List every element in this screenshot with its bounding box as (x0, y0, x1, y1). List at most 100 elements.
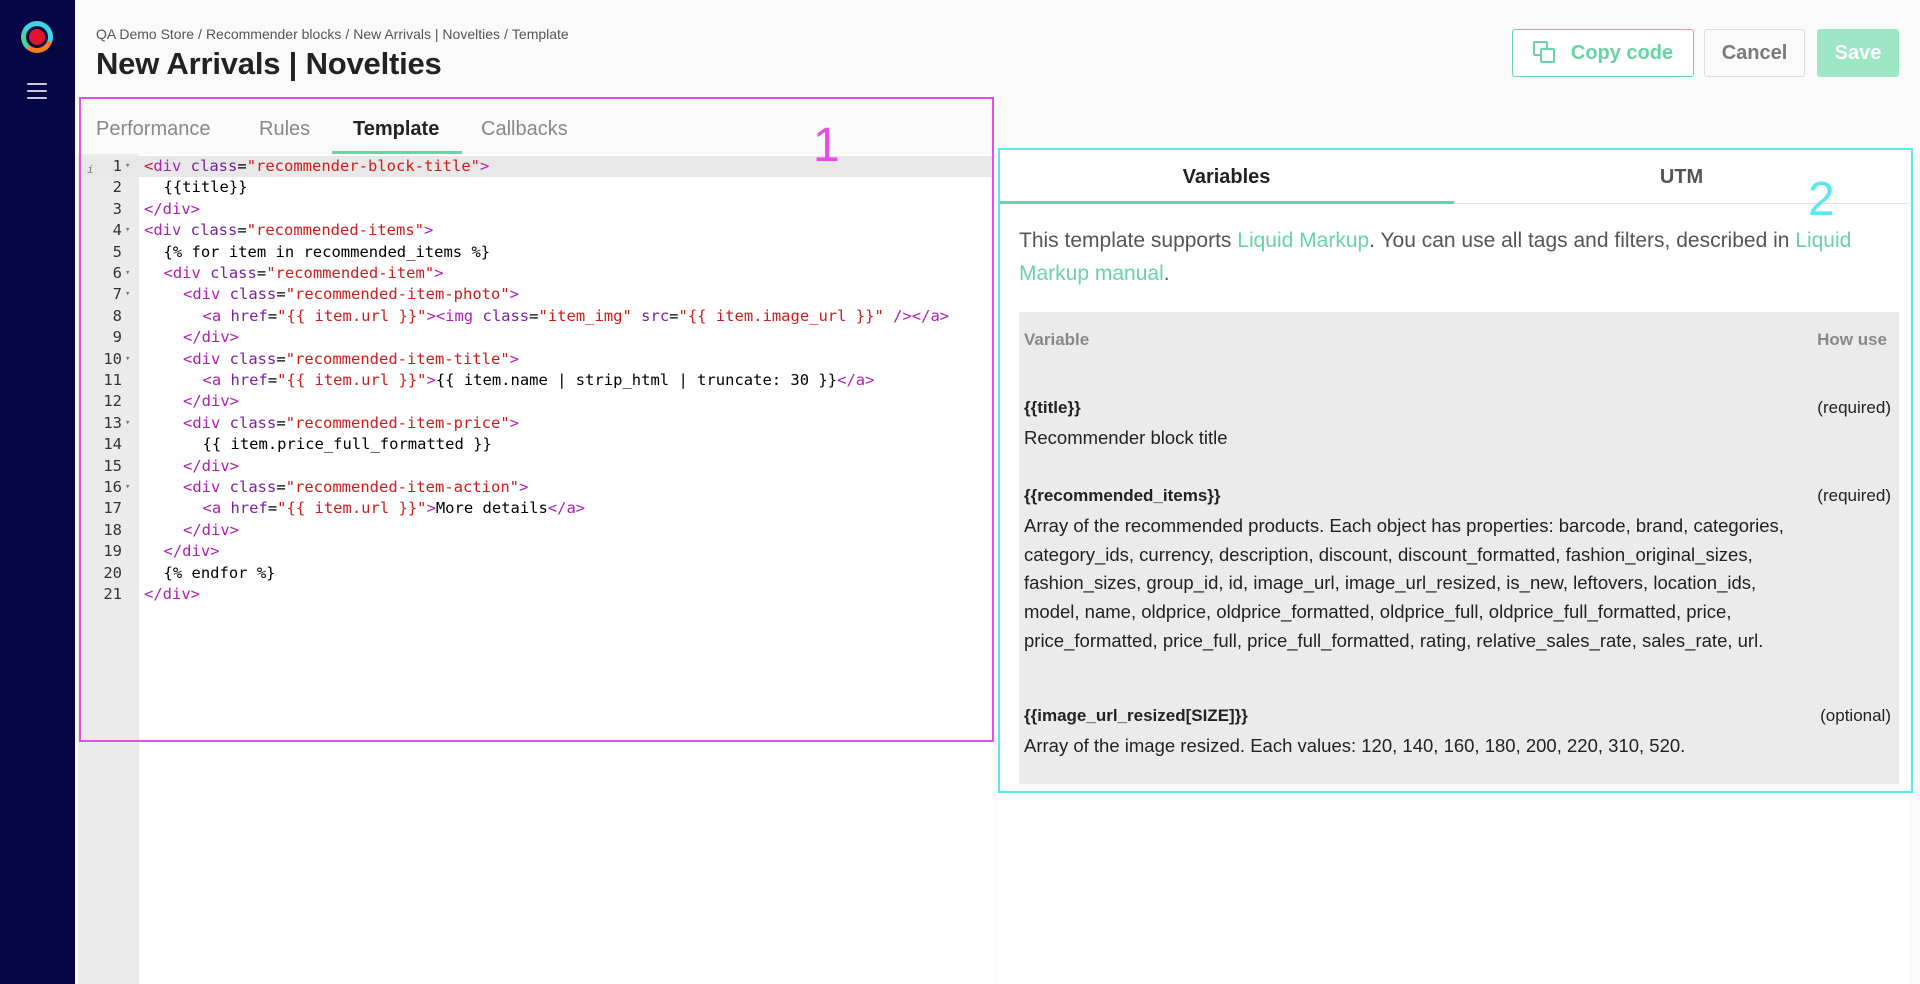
code-line[interactable]: 5 {% for item in recommended_items %} (78, 242, 993, 263)
code-text: {% for item in recommended_items %} (163, 242, 491, 261)
annotation-label-2: 2 (1808, 173, 1835, 226)
code-line[interactable]: 3 </div> (78, 199, 993, 220)
line-number: 14 (103, 435, 122, 454)
code-text: </div> (183, 456, 239, 475)
line-number: 10 (103, 349, 122, 368)
fold-arrow-icon[interactable]: ▾ (125, 413, 130, 434)
code-line[interactable]: 7 ▾ <div class="recommended-item-photo"> (78, 284, 993, 305)
breadcrumb-item-block[interactable]: New Arrivals | Novelties (353, 26, 500, 42)
code-text: </div> (144, 199, 200, 218)
code-line[interactable]: 16 ▾ <div class="recommended-item-action"> (78, 477, 993, 498)
copy-icon (1532, 41, 1557, 65)
tab-utm[interactable]: UTM (1454, 150, 1909, 204)
template-panel: Performance Rules Template Callbacks i 1 ▾… (78, 98, 993, 984)
annotation-label-1: 1 (813, 119, 840, 172)
line-number: 21 (103, 585, 122, 603)
liquid-intro: This template supports Liquid Markup. Yo… (1019, 224, 1899, 290)
line-number: 20 (103, 563, 122, 582)
code-line[interactable]: 9 </div> (78, 327, 993, 348)
code-editor[interactable]: i 1 ▾ <div class="recommender-block-title">… (78, 154, 993, 984)
copy-code-button[interactable]: Copy code (1512, 29, 1694, 77)
code-text: </div> (144, 585, 200, 603)
code-line[interactable]: 21 </div> (78, 584, 993, 605)
fold-arrow-icon[interactable]: ▾ (125, 156, 130, 177)
variable-description: Array of the image resized. Each values:… (1024, 735, 1686, 756)
code-text: {% endfor %} (163, 563, 276, 582)
menu-icon[interactable] (27, 83, 47, 99)
code-text: <div class="recommended-item-action"> (183, 478, 529, 496)
line-number: 19 (103, 542, 122, 561)
code-line[interactable]: 2 {{title}} (78, 177, 993, 198)
code-text: </div> (183, 328, 239, 347)
breadcrumb-item-recommender-blocks[interactable]: Recommender blocks (206, 26, 341, 42)
line-number: 1 (112, 157, 122, 175)
app-logo[interactable] (21, 21, 53, 53)
line-number: 7 (112, 285, 122, 304)
main-area: QA Demo Store / Recommender blocks / New Arr… (75, 0, 1920, 984)
help-panel: Variables UTM This template supports Liq… (999, 150, 1909, 984)
header-how-use: How use (1817, 330, 1887, 349)
fold-arrow-icon[interactable]: ▾ (125, 477, 130, 498)
code-line[interactable]: 8 <a href="{{ item.url }}"><img class="it… (78, 306, 993, 327)
tab-callbacks[interactable]: Callbacks (481, 118, 568, 154)
intro-text-2: . You can use all tags and filters, desc… (1369, 229, 1796, 252)
tab-performance[interactable]: Performance (96, 118, 211, 154)
line-number: 12 (103, 392, 122, 411)
save-button[interactable]: Save (1817, 29, 1899, 77)
code-text: <div class="recommended-items"> (144, 221, 434, 240)
breadcrumb: QA Demo Store / Recommender blocks / New Arr… (96, 26, 573, 42)
code-text: <div class="recommended-item-price"> (183, 413, 519, 432)
tab-rules[interactable]: Rules (259, 118, 310, 154)
variable-description: Recommender block title (1024, 427, 1228, 448)
line-number: 11 (103, 371, 122, 389)
help-tab-bar: Variables UTM (999, 150, 1909, 204)
sidebar (0, 0, 75, 984)
tab-template[interactable]: Template (353, 118, 439, 154)
copy-code-label: Copy code (1570, 41, 1674, 64)
code-text: <div class="recommended-item-photo"> (183, 285, 519, 304)
liquid-markup-link[interactable]: Liquid Markup (1237, 229, 1369, 252)
code-line[interactable]: 15 </div> (78, 456, 993, 477)
intro-text: This template supports (1019, 229, 1238, 252)
line-number: 8 (112, 306, 122, 325)
variable-name: {{image_url_resized[SIZE]}} (1024, 706, 1248, 725)
breadcrumb-separator: / (198, 26, 202, 42)
breadcrumb-item-template: Template (511, 26, 569, 42)
fold-arrow-icon[interactable]: ▾ (125, 220, 130, 241)
fold-arrow-icon[interactable]: ▾ (125, 263, 130, 284)
variable-name: {{recommended_items}} (1024, 486, 1221, 505)
line-number: 3 (112, 199, 122, 218)
fold-arrow-icon[interactable]: ▾ (125, 284, 130, 305)
code-text: </div> (183, 392, 239, 411)
code-line[interactable]: 20 {% endfor %} (78, 563, 993, 584)
variable-description: Array of the recommended products. Each … (1024, 515, 1784, 651)
code-text: <a href="{{ item.url }}">More details</a… (202, 499, 586, 518)
code-text: <a href="{{ item.url }}">{{ item.name | … (202, 371, 875, 389)
line-number: 9 (112, 328, 122, 347)
code-line[interactable]: 19 </div> (78, 541, 993, 562)
line-number: 4 (112, 221, 122, 240)
code-line[interactable]: i 1 ▾ <div class="recommender-block-title"> (78, 156, 993, 178)
code-line[interactable]: 18 </div> (78, 520, 993, 541)
variables-content: This template supports Liquid Markup. Yo… (999, 204, 1909, 984)
cancel-button[interactable]: Cancel (1704, 29, 1805, 77)
variable-name: {{title}} (1024, 398, 1081, 417)
variable-requirement: (required) (1817, 398, 1891, 417)
code-line[interactable]: 11 <a href="{{ item.url }}">{{ item.name … (78, 370, 993, 391)
breadcrumb-item-store[interactable]: QA Demo Store (96, 26, 194, 42)
code-line[interactable]: 13 ▾ <div class="recommended-item-price"> (78, 413, 993, 434)
code-line[interactable]: 14 {{ item.price_full_formatted }} (78, 434, 993, 455)
variables-table-header: Variable How use (1019, 312, 1899, 367)
breadcrumb-separator: / (345, 26, 350, 42)
code-line[interactable]: 6 ▾ <div class="recommended-item"> (78, 263, 993, 284)
code-line[interactable]: 17 <a href="{{ item.url }}">More details<… (78, 498, 993, 519)
breadcrumb-separator: / (504, 26, 508, 42)
code-line[interactable]: 12 </div> (78, 391, 993, 412)
variable-requirement: (optional) (1820, 706, 1891, 725)
tab-variables[interactable]: Variables (999, 150, 1454, 204)
code-text: <div class="recommender-block-title"> (144, 157, 490, 175)
fold-arrow-icon[interactable]: ▾ (125, 349, 130, 370)
line-number: 2 (112, 178, 122, 197)
code-line[interactable]: 10 ▾ <div class="recommended-item-title"> (78, 349, 993, 370)
code-line[interactable]: 4 ▾ <div class="recommended-items"> (78, 220, 993, 241)
